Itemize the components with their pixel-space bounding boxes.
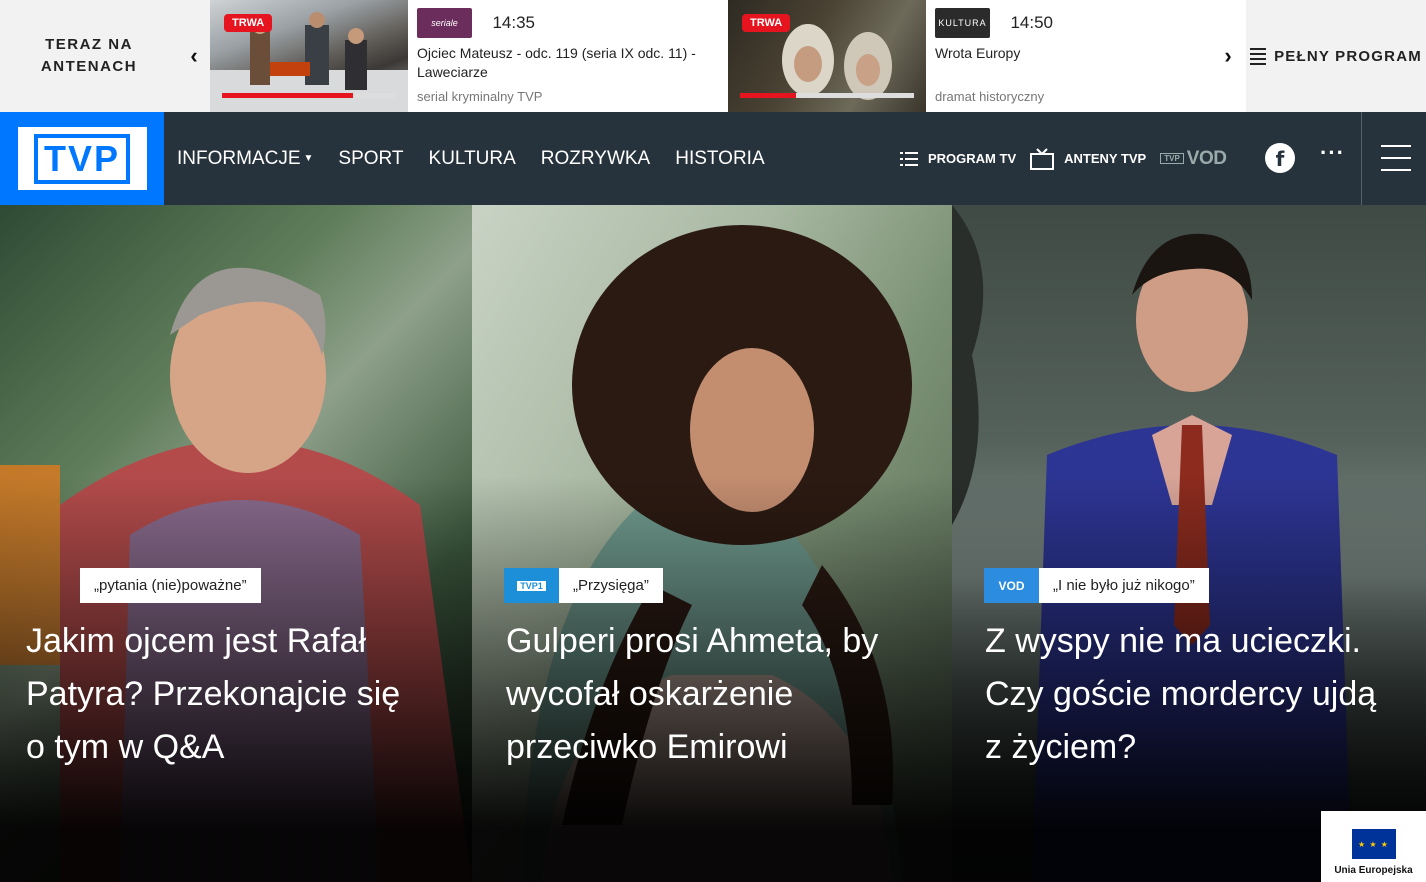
progress-bar (740, 93, 914, 98)
menu-item-informacje[interactable]: INFORMACJE ▼ (177, 148, 313, 170)
hamburger-menu-icon[interactable] (1381, 145, 1411, 181)
list-icon (900, 151, 918, 166)
channel-logo-tvp-seriale: seriale (417, 8, 472, 38)
channel-logo-tvp1: TVP1 (504, 568, 559, 603)
program-time: 14:50 (1010, 13, 1053, 32)
live-badge: TRWA (742, 14, 791, 32)
now-on-air-label: TERAZ NA ANTENACH (0, 0, 178, 112)
chevron-right-icon: › (1224, 43, 1232, 68)
eu-flag-icon: ★ ★ ★ (1351, 829, 1396, 859)
main-navigation: TVP INFORMACJE ▼ SPORT KULTURA ROZRYWKA H… (0, 112, 1426, 205)
tvp-logo[interactable]: TVP (0, 112, 164, 205)
anteny-tvp-link[interactable]: ANTENY TVP (1030, 147, 1146, 170)
divider (1361, 112, 1362, 205)
chevron-left-icon: ‹ (190, 43, 198, 68)
card-headline: Gulperi prosi Ahmeta, by wycofał oskarże… (506, 622, 879, 766)
program-time: 14:35 (492, 13, 535, 32)
program-title: Wrota Europy (935, 45, 1021, 61)
card-headline: Jakim ojcem jest Rafał Patyra? Przekonaj… (26, 622, 401, 766)
channel-logo-tvp-vod: VOD (984, 568, 1039, 603)
program-title: Ojciec Mateusz - odc. 119 (seria IX odc.… (417, 45, 696, 80)
tv-icon (1030, 147, 1055, 170)
menu-item-historia[interactable]: HISTORIA (675, 148, 764, 170)
program-item[interactable]: TRWA seriale 14:35 Ojciec Mateusz - odc.… (210, 0, 728, 112)
caret-down-icon: ▼ (303, 152, 314, 164)
program-thumbnail: TRWA (210, 0, 408, 112)
progress-bar (222, 93, 396, 98)
more-icon[interactable]: ··· (1320, 140, 1345, 166)
card-tag: „pytania (nie)poważne” (80, 568, 261, 603)
now-on-air-strip: TERAZ NA ANTENACH ‹ TRWA seriale 14:35 Oj… (0, 0, 1426, 112)
hero-card[interactable]: VOD „I nie było już nikogo” Z wyspy nie … (952, 205, 1426, 882)
facebook-icon[interactable]: f (1265, 143, 1295, 173)
tvp-vod-link[interactable]: TVP VOD (1160, 148, 1227, 170)
program-item[interactable]: TRWA KULTURA 14:50 Wrota Europy dramat h… (728, 0, 1210, 112)
menu-item-kultura[interactable]: KULTURA (429, 148, 516, 170)
list-icon (1250, 45, 1267, 68)
menu-item-sport[interactable]: SPORT (338, 148, 403, 170)
program-tv-link[interactable]: PROGRAM TV (900, 151, 1016, 167)
next-arrow-button[interactable]: › (1210, 0, 1246, 112)
hero-card[interactable]: TVP1 „Przysięga” Gulperi prosi Ahmeta, b… (472, 205, 952, 882)
program-thumbnail: TRWA (728, 0, 926, 112)
full-program-button[interactable]: PEŁNY PROGRAM (1246, 0, 1426, 112)
card-tag: „Przysięga” (559, 568, 663, 603)
program-genre: serial kryminalny TVP (417, 89, 543, 104)
card-tag: „I nie było już nikogo” (1039, 568, 1209, 603)
hero-card[interactable]: „pytania (nie)poważne” Jakim ojcem jest … (0, 205, 472, 882)
hero-cards: „pytania (nie)poważne” Jakim ojcem jest … (0, 205, 1426, 882)
prev-arrow-button[interactable]: ‹ (178, 0, 210, 112)
channel-logo-tvp-kultura: KULTURA (935, 8, 990, 38)
eu-badge[interactable]: ★ ★ ★ Unia Europejska (1321, 811, 1426, 882)
main-menu: INFORMACJE ▼ SPORT KULTURA ROZRYWKA HISTO… (177, 112, 790, 205)
live-badge: TRWA (224, 14, 273, 32)
program-genre: dramat historyczny (935, 89, 1045, 104)
menu-item-rozrywka[interactable]: ROZRYWKA (541, 148, 650, 170)
card-headline: Z wyspy nie ma ucieczki. Czy goście mord… (985, 622, 1377, 766)
